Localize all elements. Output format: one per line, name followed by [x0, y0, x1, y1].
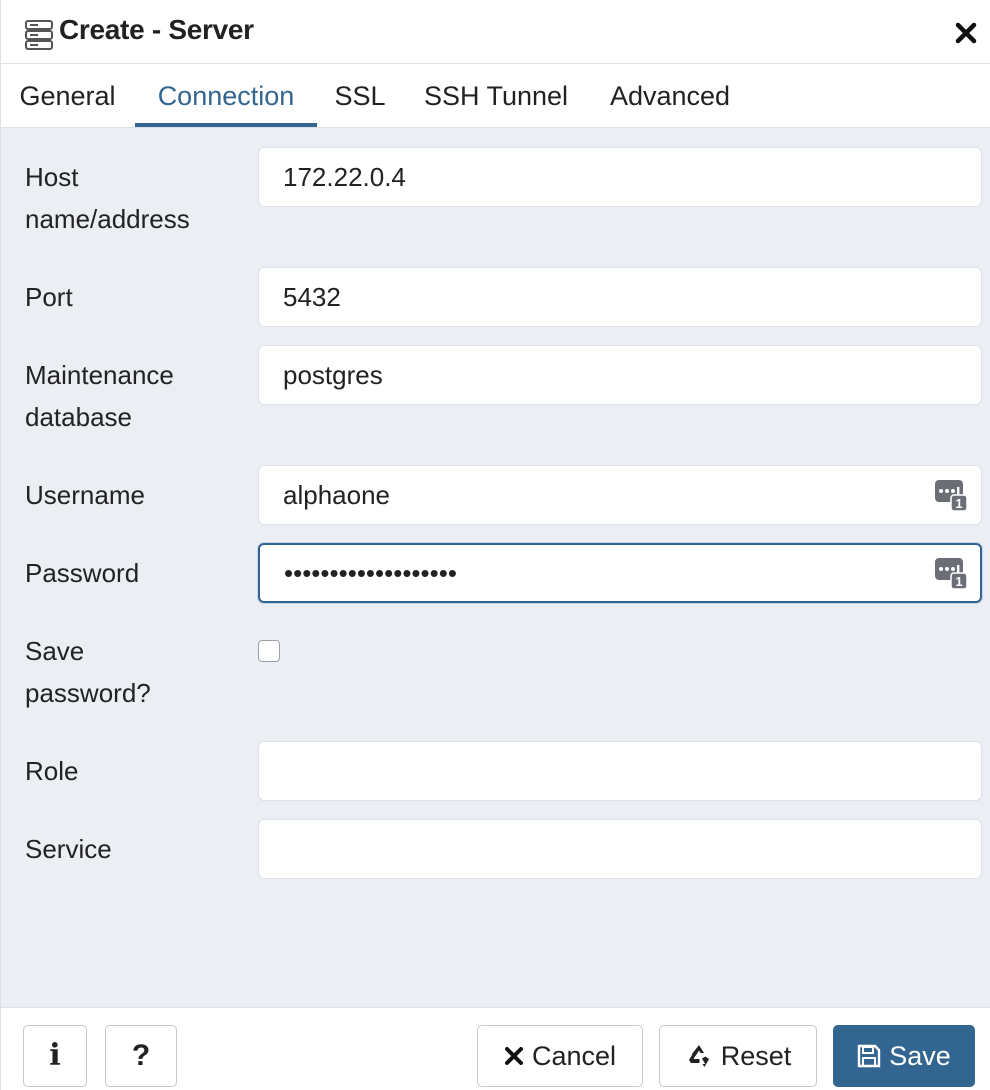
- port-input[interactable]: [258, 267, 982, 327]
- host-input[interactable]: [258, 147, 982, 207]
- password-field-wrap: 1: [258, 543, 982, 603]
- dialog-footer: i ? Cancel Reset Save: [1, 1007, 990, 1090]
- password-manager-icon[interactable]: 1: [934, 556, 968, 590]
- save-label: Save: [889, 1041, 951, 1071]
- password-manager-icon[interactable]: 1: [934, 478, 968, 512]
- save-password-label-line1: Save: [25, 636, 85, 666]
- info-button[interactable]: i: [23, 1025, 87, 1087]
- tab-general[interactable]: General: [1, 64, 134, 127]
- password-input[interactable]: [258, 543, 982, 603]
- host-label-line2: name/address: [25, 204, 190, 234]
- form-body: Host name/address Port Maintenance datab…: [1, 128, 990, 1007]
- port-label: Port: [25, 282, 73, 312]
- username-input[interactable]: [258, 465, 982, 525]
- server-icon: [25, 20, 53, 50]
- save-password-label: Save password?: [25, 630, 151, 714]
- username-label: Username: [25, 480, 145, 510]
- role-input[interactable]: [258, 741, 982, 801]
- role-label: Role: [25, 756, 79, 786]
- close-icon: [504, 1046, 523, 1065]
- maintenance-db-label-line1: Maintenance: [25, 360, 174, 390]
- password-label: Password: [25, 558, 140, 588]
- host-label: Host name/address: [25, 156, 190, 240]
- recycle-icon: [688, 1044, 709, 1067]
- tab-bar: General Connection SSL SSH Tunnel Advanc…: [1, 64, 990, 128]
- create-server-dialog: Create - Server General Connection SSL S…: [0, 0, 990, 1090]
- info-icon: i: [49, 1038, 61, 1073]
- dialog-titlebar: Create - Server: [1, 0, 990, 64]
- tab-ssh-tunnel[interactable]: SSH Tunnel: [403, 64, 589, 127]
- save-button[interactable]: Save: [833, 1025, 975, 1087]
- help-icon: ?: [131, 1039, 151, 1072]
- cancel-button[interactable]: Cancel: [477, 1025, 643, 1087]
- tab-ssl[interactable]: SSL: [317, 64, 403, 127]
- svg-text:1: 1: [955, 574, 962, 589]
- reset-button[interactable]: Reset: [659, 1025, 817, 1087]
- cancel-label: Cancel: [531, 1041, 617, 1071]
- help-button[interactable]: ?: [105, 1025, 177, 1087]
- svg-text:1: 1: [955, 496, 962, 511]
- service-input[interactable]: [258, 819, 982, 879]
- save-password-checkbox[interactable]: [258, 640, 280, 662]
- username-field-wrap: 1: [258, 465, 982, 525]
- host-label-line1: Host: [25, 162, 79, 192]
- reset-label: Reset: [720, 1041, 792, 1071]
- tab-connection[interactable]: Connection: [135, 64, 317, 127]
- save-password-label-line2: password?: [25, 678, 151, 708]
- dialog-title: Create - Server: [59, 14, 254, 45]
- maintenance-db-label-line2: database: [25, 402, 132, 432]
- maintenance-db-input[interactable]: [258, 345, 982, 405]
- maintenance-db-label: Maintenance database: [25, 354, 174, 438]
- tab-advanced[interactable]: Advanced: [589, 64, 751, 127]
- save-icon: [858, 1044, 881, 1068]
- service-label: Service: [25, 834, 112, 864]
- close-icon[interactable]: [953, 20, 979, 46]
